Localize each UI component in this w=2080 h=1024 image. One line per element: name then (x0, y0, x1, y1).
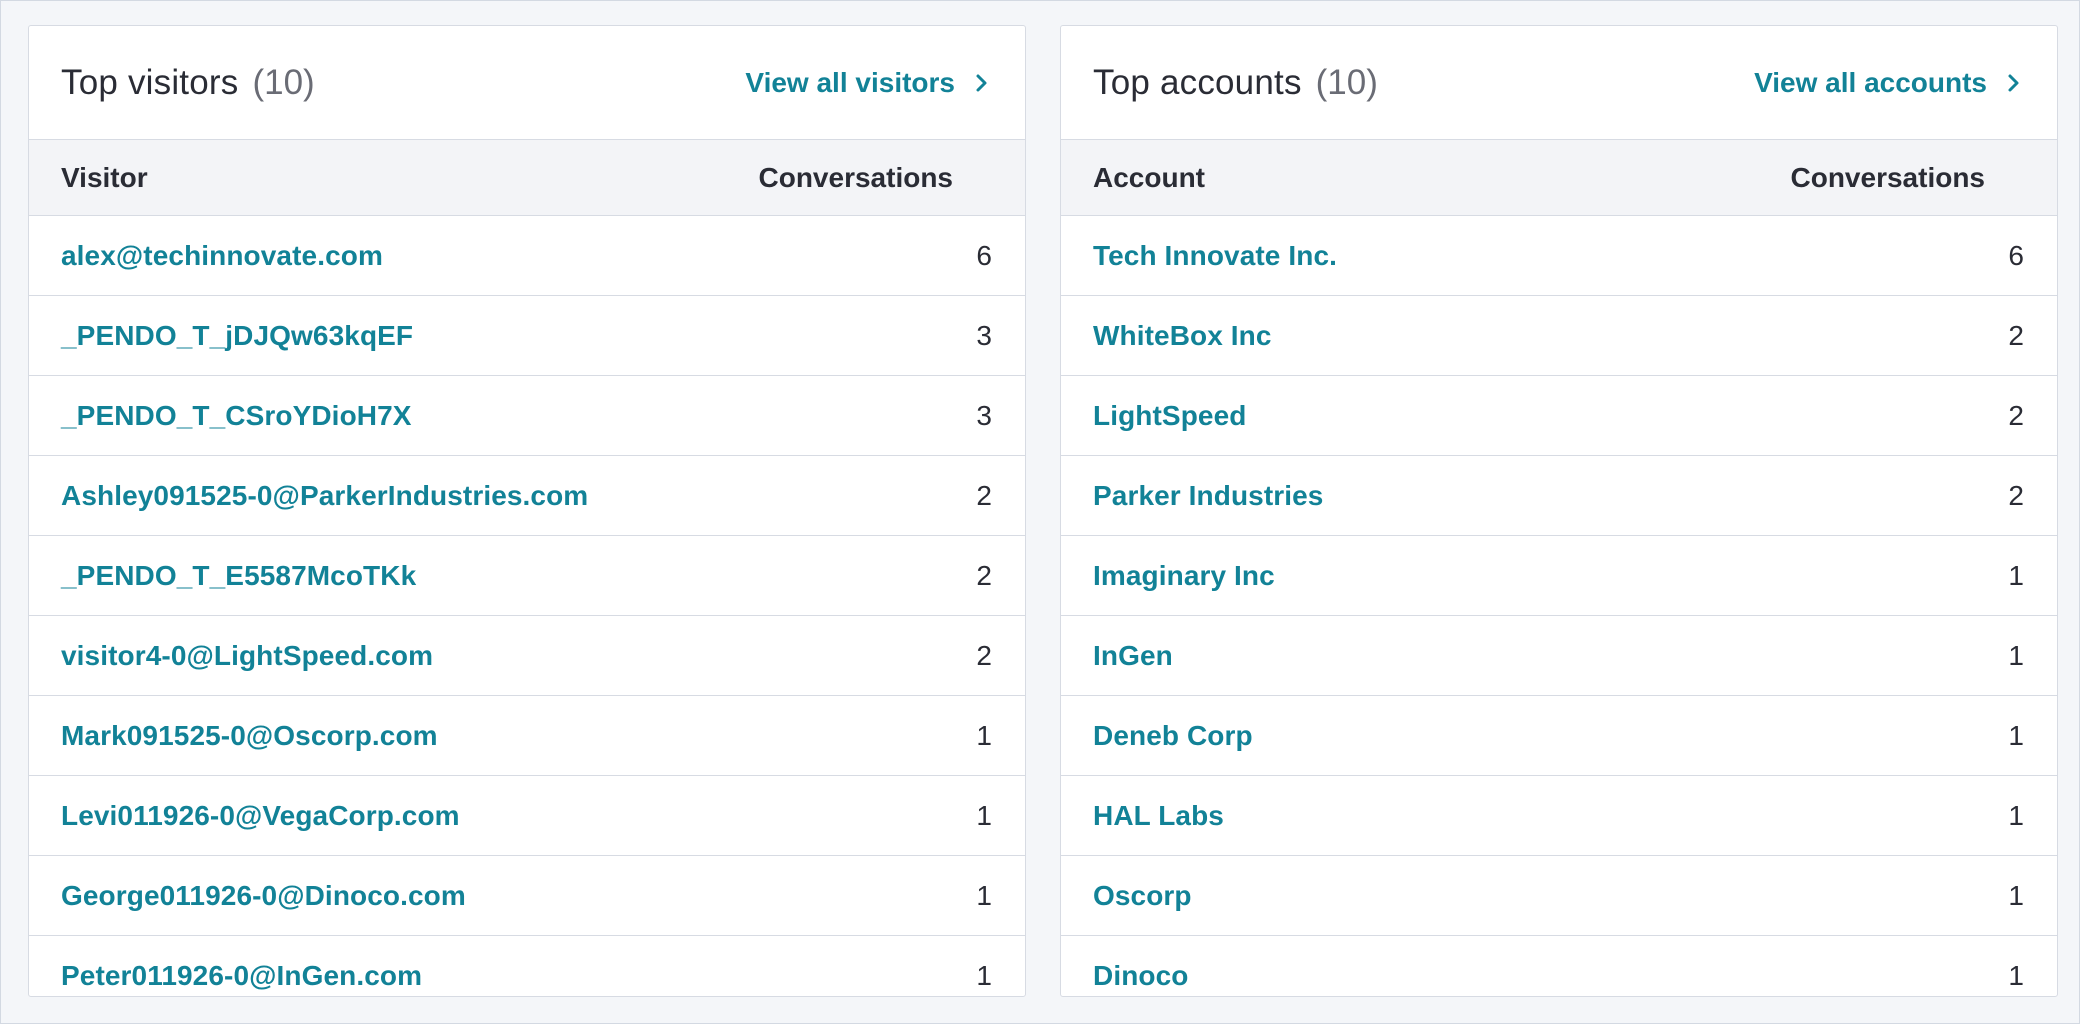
top-accounts-count: (10) (1315, 62, 1378, 102)
account-link[interactable]: HAL Labs (1093, 800, 1224, 832)
conversation-count: 1 (976, 960, 992, 991)
visitors-table-header: Visitor Conversations (29, 140, 1025, 216)
top-accounts-card: Top accounts (10) View all accounts Accou… (1060, 25, 2058, 997)
visitor-row: visitor4-0@LightSpeed.com 2 (29, 616, 1025, 696)
account-link[interactable]: Imaginary Inc (1093, 560, 1275, 592)
conversation-count: 2 (2008, 479, 2024, 511)
account-link[interactable]: Oscorp (1093, 880, 1192, 912)
account-row: WhiteBox Inc 2 (1061, 296, 2057, 376)
visitor-link[interactable]: George011926-0@Dinoco.com (61, 880, 466, 912)
account-row: InGen 1 (1061, 616, 2057, 696)
account-link[interactable]: WhiteBox Inc (1093, 320, 1272, 352)
account-link[interactable]: LightSpeed (1093, 400, 1246, 432)
visitor-column-header: Visitor (61, 161, 148, 193)
account-link[interactable]: Deneb Corp (1093, 720, 1253, 752)
chevron-right-icon (969, 71, 993, 95)
conversation-count: 2 (976, 639, 992, 671)
top-accounts-header: Top accounts (10) View all accounts (1061, 26, 2057, 140)
conversation-count: 2 (2008, 399, 2024, 431)
top-accounts-heading: Top accounts (10) (1093, 63, 1378, 103)
visitor-link[interactable]: visitor4-0@LightSpeed.com (61, 640, 433, 672)
chevron-right-icon (2001, 71, 2025, 95)
top-visitors-count: (10) (252, 62, 315, 102)
visitor-row: Levi011926-0@VegaCorp.com 1 (29, 776, 1025, 856)
visitor-row: Mark091525-0@Oscorp.com 1 (29, 696, 1025, 776)
account-row: Parker Industries 2 (1061, 456, 2057, 536)
account-row: HAL Labs 1 (1061, 776, 2057, 856)
conversation-count: 1 (2008, 639, 2024, 671)
visitor-row: George011926-0@Dinoco.com 1 (29, 856, 1025, 936)
visitor-link[interactable]: alex@techinnovate.com (61, 240, 383, 272)
dashboard-frame: Top visitors (10) View all visitors Visit… (0, 0, 2080, 1024)
visitor-link[interactable]: Ashley091525-0@ParkerIndustries.com (61, 480, 588, 512)
account-link[interactable]: Dinoco (1093, 960, 1188, 992)
top-accounts-title: Top accounts (1093, 62, 1302, 102)
account-link[interactable]: Parker Industries (1093, 480, 1323, 512)
conversation-count: 1 (2008, 559, 2024, 591)
visitor-link[interactable]: _PENDO_T_E5587McoTKk (61, 560, 416, 592)
conversation-count: 1 (2008, 879, 2024, 911)
conversation-count: 2 (976, 559, 992, 591)
conversation-count: 1 (2008, 799, 2024, 831)
top-visitors-header: Top visitors (10) View all visitors (29, 26, 1025, 140)
account-link[interactable]: InGen (1093, 640, 1173, 672)
account-row: LightSpeed 2 (1061, 376, 2057, 456)
accounts-table-header: Account Conversations (1061, 140, 2057, 216)
conversation-count: 3 (976, 319, 992, 351)
conversation-count: 1 (976, 719, 992, 751)
account-link[interactable]: Tech Innovate Inc. (1093, 240, 1337, 272)
visitor-row: _PENDO_T_E5587McoTKk 2 (29, 536, 1025, 616)
visitor-link[interactable]: _PENDO_T_jDJQw63kqEF (61, 320, 413, 352)
conversations-column-header: Conversations (758, 161, 954, 193)
top-visitors-title: Top visitors (61, 62, 239, 102)
conversation-count: 2 (2008, 319, 2024, 351)
conversation-count: 2 (976, 479, 992, 511)
view-all-accounts-label: View all accounts (1754, 66, 1987, 98)
view-all-accounts-link[interactable]: View all accounts (1754, 67, 2025, 99)
account-row: Deneb Corp 1 (1061, 696, 2057, 776)
view-all-visitors-link[interactable]: View all visitors (745, 67, 993, 99)
accounts-table-body: Tech Innovate Inc. 6 WhiteBox Inc 2 LightSpe… (1061, 216, 2057, 996)
conversation-count: 1 (976, 799, 992, 831)
visitor-row: _PENDO_T_CSroYDioH7X 3 (29, 376, 1025, 456)
visitor-link[interactable]: Levi011926-0@VegaCorp.com (61, 800, 460, 832)
account-column-header: Account (1093, 161, 1205, 193)
account-row: Dinoco 1 (1061, 936, 2057, 996)
visitor-row: _PENDO_T_jDJQw63kqEF 3 (29, 296, 1025, 376)
conversation-count: 6 (2008, 239, 2024, 271)
visitor-link[interactable]: _PENDO_T_CSroYDioH7X (61, 400, 412, 432)
visitor-row: alex@techinnovate.com 6 (29, 216, 1025, 296)
visitor-row: Peter011926-0@InGen.com 1 (29, 936, 1025, 996)
account-row: Imaginary Inc 1 (1061, 536, 2057, 616)
conversations-column-header: Conversations (1790, 161, 1986, 193)
conversation-count: 1 (2008, 960, 2024, 991)
conversation-count: 1 (2008, 719, 2024, 751)
top-visitors-card: Top visitors (10) View all visitors Visit… (28, 25, 1026, 997)
visitor-link[interactable]: Mark091525-0@Oscorp.com (61, 720, 438, 752)
visitors-table-body: alex@techinnovate.com 6 _PENDO_T_jDJQw63kq… (29, 216, 1025, 996)
conversation-count: 6 (976, 239, 992, 271)
top-visitors-heading: Top visitors (10) (61, 63, 315, 103)
account-row: Tech Innovate Inc. 6 (1061, 216, 2057, 296)
visitor-row: Ashley091525-0@ParkerIndustries.com 2 (29, 456, 1025, 536)
account-row: Oscorp 1 (1061, 856, 2057, 936)
conversation-count: 1 (976, 879, 992, 911)
view-all-visitors-label: View all visitors (745, 66, 955, 98)
visitor-link[interactable]: Peter011926-0@InGen.com (61, 960, 422, 992)
conversation-count: 3 (976, 399, 992, 431)
